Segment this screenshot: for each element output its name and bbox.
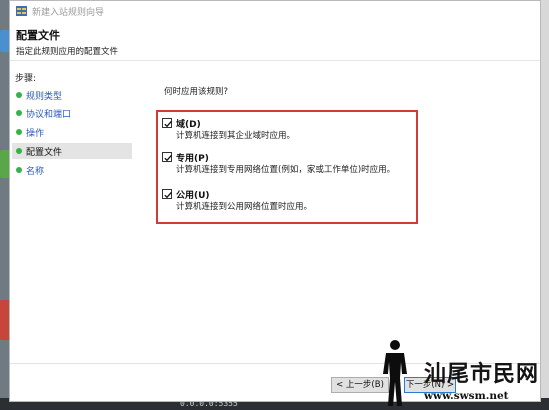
watermark: 汕尾市民网 www.swsm.net bbox=[376, 338, 546, 408]
option-private[interactable]: 专用(P) 计算机连接到专用网络位置(例如，家或工作单位)时应用。 bbox=[162, 152, 412, 178]
profile-content: 何时应用该规则? 域(D) 计算机连接到其企业域时应用。 专用(P) 计算机连接… bbox=[134, 63, 542, 363]
bullet-icon bbox=[16, 148, 22, 154]
sidebar-item-rule-type[interactable]: 规则类型 bbox=[12, 87, 132, 103]
steps-label: 步骤: bbox=[15, 74, 37, 84]
sidebar-item-profile[interactable]: 配置文件 bbox=[12, 143, 132, 159]
watermark-logo-text: 汕尾市民网 bbox=[424, 361, 540, 387]
checkmark-icon bbox=[164, 120, 172, 128]
watermark-url: www.swsm.net bbox=[424, 390, 509, 402]
sidebar-item-label: 规则类型 bbox=[26, 92, 63, 102]
sidebar-item-action[interactable]: 操作 bbox=[12, 124, 132, 140]
question-text: 何时应用该规则? bbox=[164, 87, 229, 97]
sidebar-item-name[interactable]: 名称 bbox=[12, 162, 132, 178]
option-description: 计算机连接到其企业域时应用。 bbox=[176, 131, 296, 141]
title-bar[interactable]: 新建入站规则向导 bbox=[10, 1, 540, 21]
bullet-icon bbox=[16, 167, 22, 173]
page-subtitle: 指定此规则应用的配置文件 bbox=[16, 47, 119, 57]
sidebar-item-label: 操作 bbox=[26, 129, 45, 139]
sidebar-item-label: 协议和端口 bbox=[26, 110, 72, 120]
bullet-icon bbox=[16, 129, 22, 135]
private-checkbox[interactable] bbox=[162, 152, 172, 162]
bullet-icon bbox=[16, 92, 22, 98]
wizard-header: 配置文件 指定此规则应用的配置文件 bbox=[10, 21, 540, 61]
bullet-icon bbox=[16, 110, 22, 116]
option-public[interactable]: 公用(U) 计算机连接到公用网络位置时应用。 bbox=[162, 189, 412, 215]
sidebar-item-protocol-ports[interactable]: 协议和端口 bbox=[12, 105, 132, 121]
person-silhouette-icon bbox=[383, 340, 407, 406]
checkmark-icon bbox=[164, 154, 172, 162]
option-description: 计算机连接到专用网络位置(例如，家或工作单位)时应用。 bbox=[176, 165, 396, 175]
window-title: 新建入站规则向导 bbox=[32, 8, 105, 18]
public-checkbox[interactable] bbox=[162, 189, 172, 199]
sidebar-item-label: 名称 bbox=[26, 167, 45, 177]
checkmark-icon bbox=[164, 191, 172, 199]
page-title: 配置文件 bbox=[16, 29, 60, 42]
option-domain[interactable]: 域(D) 计算机连接到其企业域时应用。 bbox=[162, 118, 412, 144]
domain-checkbox[interactable] bbox=[162, 118, 172, 128]
sidebar-item-label: 配置文件 bbox=[26, 148, 63, 158]
steps-sidebar: 步骤: 规则类型 协议和端口 操作 配置文件 名称 bbox=[10, 63, 134, 393]
option-description: 计算机连接到公用网络位置时应用。 bbox=[176, 202, 313, 212]
firewall-app-icon bbox=[16, 6, 27, 16]
